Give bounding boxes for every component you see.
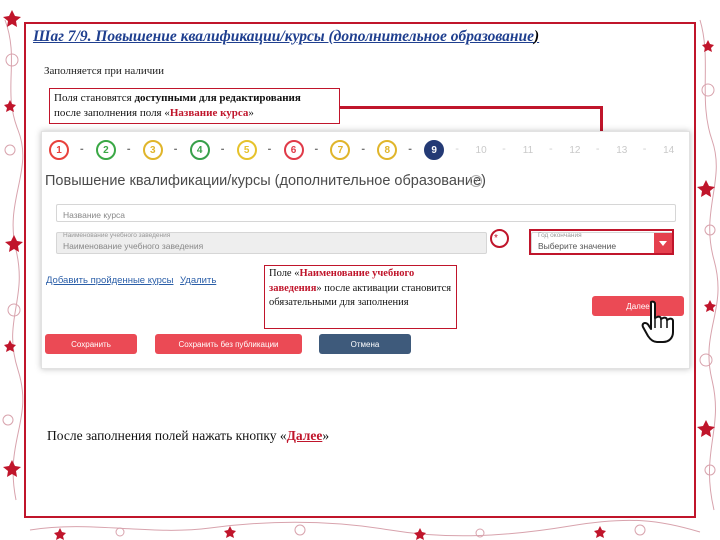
step-separator: - [502,143,506,155]
step-13[interactable]: 13 [612,140,632,160]
step-separator: - [220,143,225,155]
bottom-note: После заполнения полей нажать кнопку «Да… [47,428,330,443]
step-separator: - [595,143,600,155]
fill-note: Заполняется при наличии [44,65,165,77]
step-separator: - [126,143,131,155]
save-button[interactable]: Сохранить [45,334,137,354]
step-3[interactable]: 3 [142,140,163,160]
institution-input[interactable]: Наименование учебного заведения Наименов… [56,232,487,254]
institution-label: Наименование учебного заведения [63,232,171,239]
course-name-input[interactable]: Название курса [56,204,676,222]
step-2[interactable]: 2 [95,140,116,160]
step-separator: - [173,143,178,155]
highlight-year-select [529,229,674,255]
highlight-required-asterisk [490,229,509,248]
institution-value: Наименование учебного заведения [63,241,204,251]
step-6[interactable]: 6 [283,140,304,160]
hand-pointer-icon [641,300,674,343]
connector-line [340,106,602,109]
step-14[interactable]: 14 [659,140,679,160]
step-separator: - [361,143,366,155]
callout-institution-required: Поле «Наименование учебного заведения» п… [264,265,457,329]
step-5[interactable]: 5 [236,140,257,160]
cancel-button[interactable]: Отмена [319,334,411,354]
step-12[interactable]: 12 [565,140,585,160]
delete-link[interactable]: Удалить [180,275,216,286]
course-name-placeholder: Название курса [63,210,126,220]
step-9[interactable]: 9 [424,140,445,160]
save-without-publish-button[interactable]: Сохранить без публикации [155,334,302,354]
step-separator: - [408,143,412,155]
step-separator: - [642,143,647,155]
step-separator: - [80,143,84,155]
step-4[interactable]: 4 [189,140,210,160]
slide-title: Шаг 7/9. Повышение квалификации/курсы (д… [33,28,540,45]
step-1[interactable]: 1 [49,140,69,160]
callout-editable-fields: Поля становятся доступными для редактиро… [49,88,340,124]
step-separator: - [455,143,459,155]
step-7[interactable]: 7 [330,140,351,160]
step-10[interactable]: 10 [471,140,491,160]
help-icon[interactable]: ? [470,175,482,187]
step-8[interactable]: 8 [377,140,398,160]
form-title: Повышение квалификации/курсы (дополнител… [45,173,486,189]
step-separator: - [267,143,272,155]
add-courses-link[interactable]: Добавить пройденные курсы [46,275,173,286]
step-11[interactable]: 11 [518,140,538,160]
step-separator: - [549,143,553,155]
step-separator: - [314,143,319,155]
